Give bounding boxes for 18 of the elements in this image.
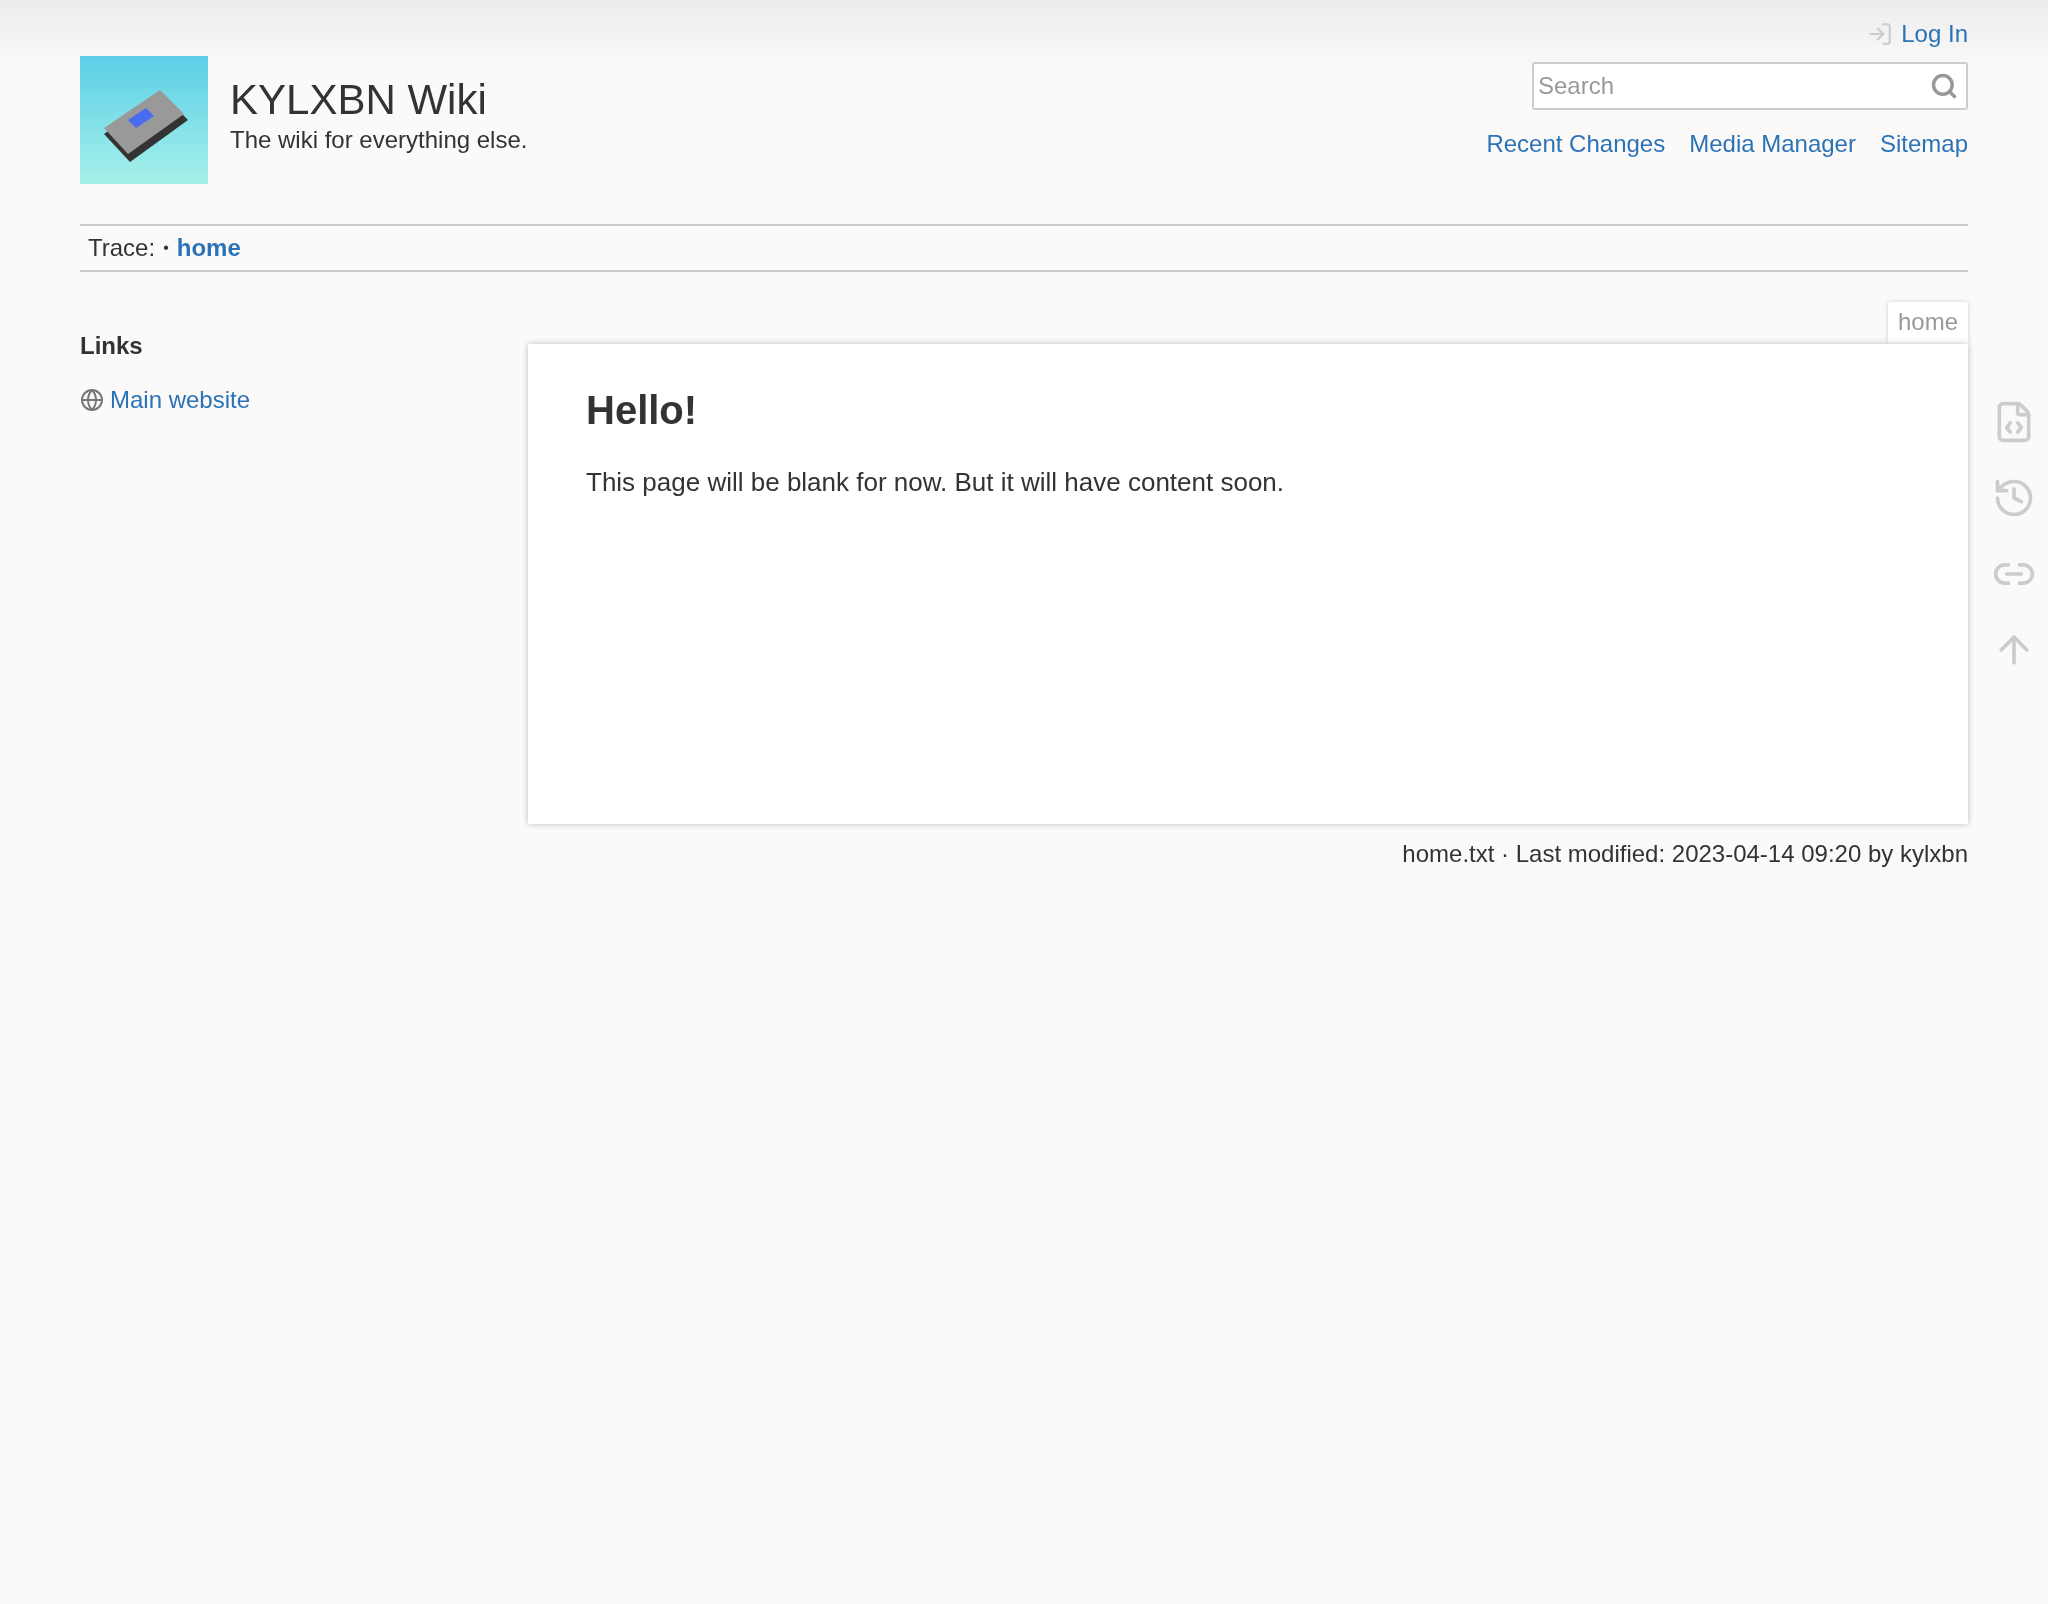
search-field[interactable]: Search — [1532, 62, 1968, 110]
nav-link[interactable]: Recent Changes — [1486, 130, 1666, 158]
breadcrumb-separator: • — [163, 239, 169, 257]
page-heading: Hello! — [586, 388, 699, 433]
sidebar-heading: Links — [80, 332, 144, 360]
globe-icon — [80, 388, 104, 412]
breadcrumb-label: Trace: — [88, 234, 156, 262]
page-paragraph: This page will be blank for now. But it will have content soon. — [586, 467, 1286, 498]
login-link[interactable]: Log In — [1867, 20, 1968, 48]
site-tagline: The wiki for everything else. — [230, 126, 528, 154]
site-title[interactable]: KYLXBN Wiki — [230, 76, 528, 124]
login-icon — [1867, 21, 1894, 47]
page-footer-info: home.txt · Last modified: 2023-04-14 09:20 by kylxbn — [1402, 840, 1968, 868]
sidebar-link[interactable]: Main website — [110, 386, 251, 414]
search-icon[interactable] — [1930, 72, 1958, 100]
nav-link[interactable]: Sitemap — [1879, 130, 1968, 158]
nav-link[interactable]: Media Manager — [1689, 130, 1856, 158]
breadcrumb-link[interactable]: home — [176, 234, 241, 262]
